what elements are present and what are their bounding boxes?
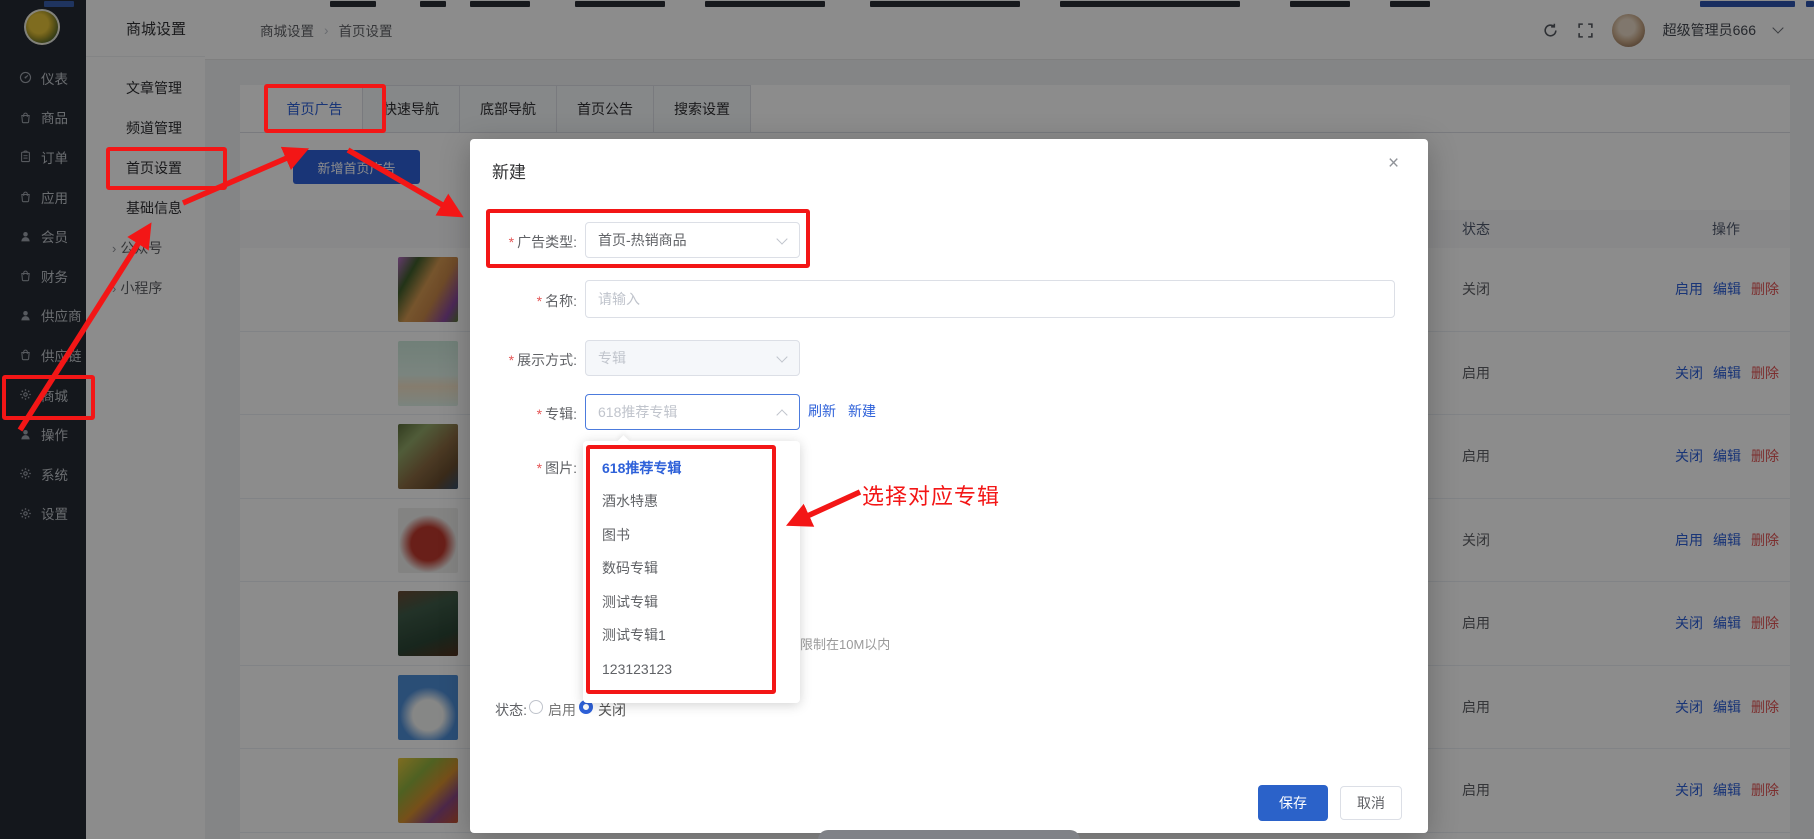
display-mode-select[interactable]: 专辑 <box>585 340 800 376</box>
album-placeholder: 618推荐专辑 <box>598 402 677 422</box>
dropdown-item[interactable]: 618推荐专辑 <box>583 451 800 485</box>
display-mode-value: 专辑 <box>598 348 626 368</box>
bottom-overlay-pill <box>818 830 1080 839</box>
status-on-label[interactable]: 启用 <box>548 700 576 720</box>
album-select[interactable]: 618推荐专辑 <box>585 394 800 430</box>
dropdown-item[interactable]: 图书 <box>583 518 800 552</box>
cancel-button[interactable]: 取消 <box>1340 786 1402 820</box>
new-album-link[interactable]: 新建 <box>848 401 876 421</box>
chevron-up-icon <box>776 409 787 420</box>
dropdown-item[interactable]: 数码专辑 <box>583 552 800 586</box>
chevron-down-icon <box>776 351 787 362</box>
dropdown-item[interactable]: 123123123 <box>583 652 800 686</box>
upload-hint: 限制在10M以内 <box>800 634 890 653</box>
dropdown-item[interactable]: 测试专辑1 <box>583 619 800 653</box>
status-off-label[interactable]: 关闭 <box>598 700 626 720</box>
dropdown-item[interactable]: 酒水特惠 <box>583 485 800 519</box>
name-input[interactable] <box>585 280 1395 318</box>
album-label: *专辑: <box>470 404 577 424</box>
screen: 仪表 商品 订单 应用 会员 财务 供应商 供应链 商城 操作 系统 设置 商城… <box>0 0 1814 839</box>
modal-title: 新建 <box>492 158 526 183</box>
refresh-album-link[interactable]: 刷新 <box>808 401 836 421</box>
status-radio-on[interactable] <box>529 700 543 714</box>
ad-type-value: 首页-热销商品 <box>598 230 687 250</box>
dropdown-item[interactable]: 测试专辑 <box>583 585 800 619</box>
album-dropdown: 618推荐专辑 酒水特惠 图书 数码专辑 测试专辑 测试专辑1 12312312… <box>583 441 800 703</box>
ad-type-select[interactable]: 首页-热销商品 <box>585 222 800 258</box>
chevron-down-icon <box>776 233 787 244</box>
save-button[interactable]: 保存 <box>1258 785 1328 821</box>
ad-type-label: *广告类型: <box>470 232 577 252</box>
name-label: *名称: <box>470 291 577 311</box>
image-label: *图片: <box>470 458 577 478</box>
close-icon[interactable]: × <box>1388 153 1399 175</box>
status-label: 状态: <box>470 700 527 720</box>
display-mode-label: *展示方式: <box>470 350 577 370</box>
